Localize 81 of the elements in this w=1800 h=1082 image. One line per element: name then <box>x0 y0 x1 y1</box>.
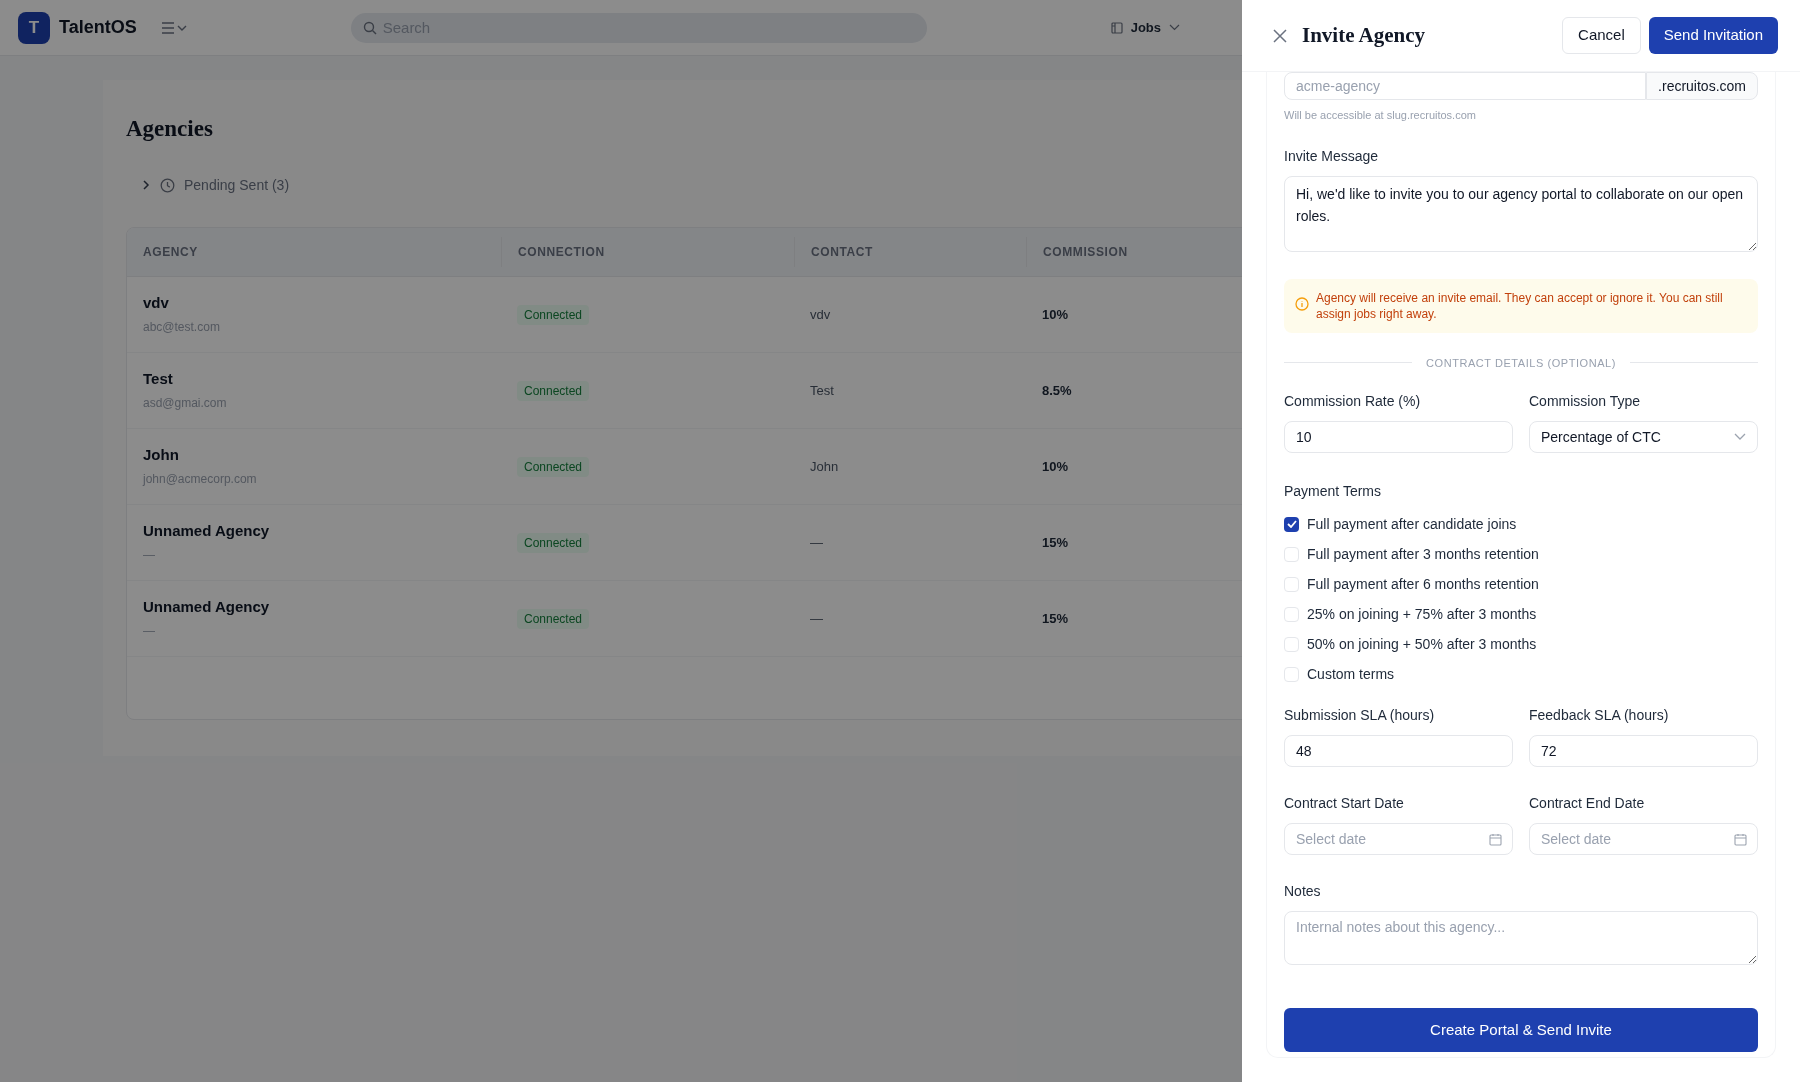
checkbox-label: 25% on joining + 75% after 3 months <box>1307 604 1537 624</box>
agency-name: Unnamed Agency <box>143 520 271 541</box>
column-header: CONNECTION <box>518 243 605 261</box>
field-label: Submission SLA (hours) <box>1284 706 1436 725</box>
slug-input[interactable]: acme-agency <box>1284 72 1647 100</box>
column-header: AGENCY <box>143 243 198 261</box>
table-cell: John <box>810 459 839 474</box>
page-title: Agencies <box>126 115 213 143</box>
checkbox[interactable] <box>1284 576 1299 592</box>
checkbox-label: Custom terms <box>1307 664 1395 684</box>
field-label: Notes <box>1284 882 1322 901</box>
close-icon <box>1273 28 1287 43</box>
agency-email: asd@gmai.com <box>143 395 228 413</box>
status-badge: Connected <box>517 609 590 629</box>
field-label: Commission Type <box>1529 392 1641 411</box>
helper-text: Will be accessible at slug.recruitos.com <box>1284 108 1477 123</box>
column-header: COMMISSION <box>1043 243 1128 261</box>
agency-name: vdv <box>143 292 170 313</box>
clock-icon <box>160 177 175 193</box>
agency-email: — <box>143 547 156 565</box>
calendar-icon <box>1734 833 1747 846</box>
chevron-down-icon <box>1734 433 1746 441</box>
agency-name: Unnamed Agency <box>143 596 271 617</box>
checkbox[interactable] <box>1284 636 1299 652</box>
commission-type-select[interactable]: Percentage of CTC <box>1529 421 1758 453</box>
create-portal-button[interactable]: Create Portal & Send Invite <box>1284 1008 1758 1052</box>
table-cell: 15% <box>1042 611 1069 626</box>
invite-message-field[interactable]: Hi, we'd like to invite you to our agency portal to collaborate on our open roles. <box>1284 175 1758 252</box>
start-date-field[interactable]: Select date <box>1284 823 1513 855</box>
submission-sla-field[interactable]: 48 <box>1284 735 1513 767</box>
nav-item[interactable]: Jobs <box>1110 17 1181 38</box>
drawer-title: Invite Agency <box>1302 21 1426 49</box>
checkbox[interactable] <box>1284 546 1299 562</box>
table-cell: 8.5% <box>1042 383 1072 398</box>
calendar-icon <box>1489 833 1502 846</box>
agency-email: abc@test.com <box>143 319 221 337</box>
field-label: Contract End Date <box>1529 794 1646 813</box>
checkbox[interactable] <box>1284 606 1299 622</box>
field-label: Feedback SLA (hours) <box>1529 706 1670 725</box>
board-icon <box>1110 21 1123 34</box>
checkbox-label: Full payment after 6 months retention <box>1307 574 1539 594</box>
checkbox-label: Full payment after 3 months retention <box>1307 544 1539 564</box>
cancel-button[interactable]: Cancel <box>1562 17 1641 54</box>
table-cell: — <box>810 535 823 550</box>
agency-email: — <box>143 623 156 641</box>
search-icon <box>362 20 377 35</box>
field-label: Contract Start Date <box>1284 794 1405 813</box>
domain-suffix: .recruitos.com <box>1646 72 1758 100</box>
checkbox[interactable] <box>1284 516 1299 532</box>
feedback-sla-field[interactable]: 72 <box>1529 735 1758 767</box>
alert-text: Agency will receive an invite email. They can accept or ignore it. You can still assign jobs right away. <box>1316 289 1724 322</box>
commission-rate-field[interactable]: 10 <box>1284 421 1513 453</box>
app-name: TalentOS <box>59 16 137 39</box>
checkbox-label: 50% on joining + 50% after 3 months <box>1307 634 1537 654</box>
notes-field[interactable]: Internal notes about this agency... <box>1284 911 1758 965</box>
status-badge: Connected <box>517 457 590 477</box>
table-cell: vdv <box>810 307 831 322</box>
checkbox[interactable] <box>1284 666 1299 682</box>
field-label: Invite Message <box>1284 146 1380 166</box>
table-cell: 10% <box>1042 459 1069 474</box>
logo: T <box>18 11 50 44</box>
table-cell: 10% <box>1042 307 1069 322</box>
column-header: CONTACT <box>811 243 873 261</box>
menu-button[interactable] <box>160 19 189 36</box>
agency-name: John <box>143 444 180 465</box>
checkbox-label: Full payment after candidate joins <box>1307 514 1517 534</box>
end-date-field[interactable]: Select date <box>1529 823 1758 855</box>
table-cell: 15% <box>1042 535 1069 550</box>
status-badge: Connected <box>517 381 590 401</box>
status-badge: Connected <box>517 305 590 325</box>
send-invitation-button[interactable]: Send Invitation <box>1648 17 1778 54</box>
chevron-down-icon <box>1169 24 1181 31</box>
table-cell: Test <box>810 383 834 398</box>
agency-name: Test <box>143 368 174 389</box>
field-label: Payment Terms <box>1284 482 1382 501</box>
table-cell: — <box>810 611 823 626</box>
section-heading: CONTRACT DETAILS (OPTIONAL) <box>1426 355 1616 371</box>
status-badge: Connected <box>517 533 590 553</box>
agency-email: john@acmecorp.com <box>143 471 258 489</box>
field-label: Commission Rate (%) <box>1284 392 1422 411</box>
info-icon <box>1295 296 1309 311</box>
